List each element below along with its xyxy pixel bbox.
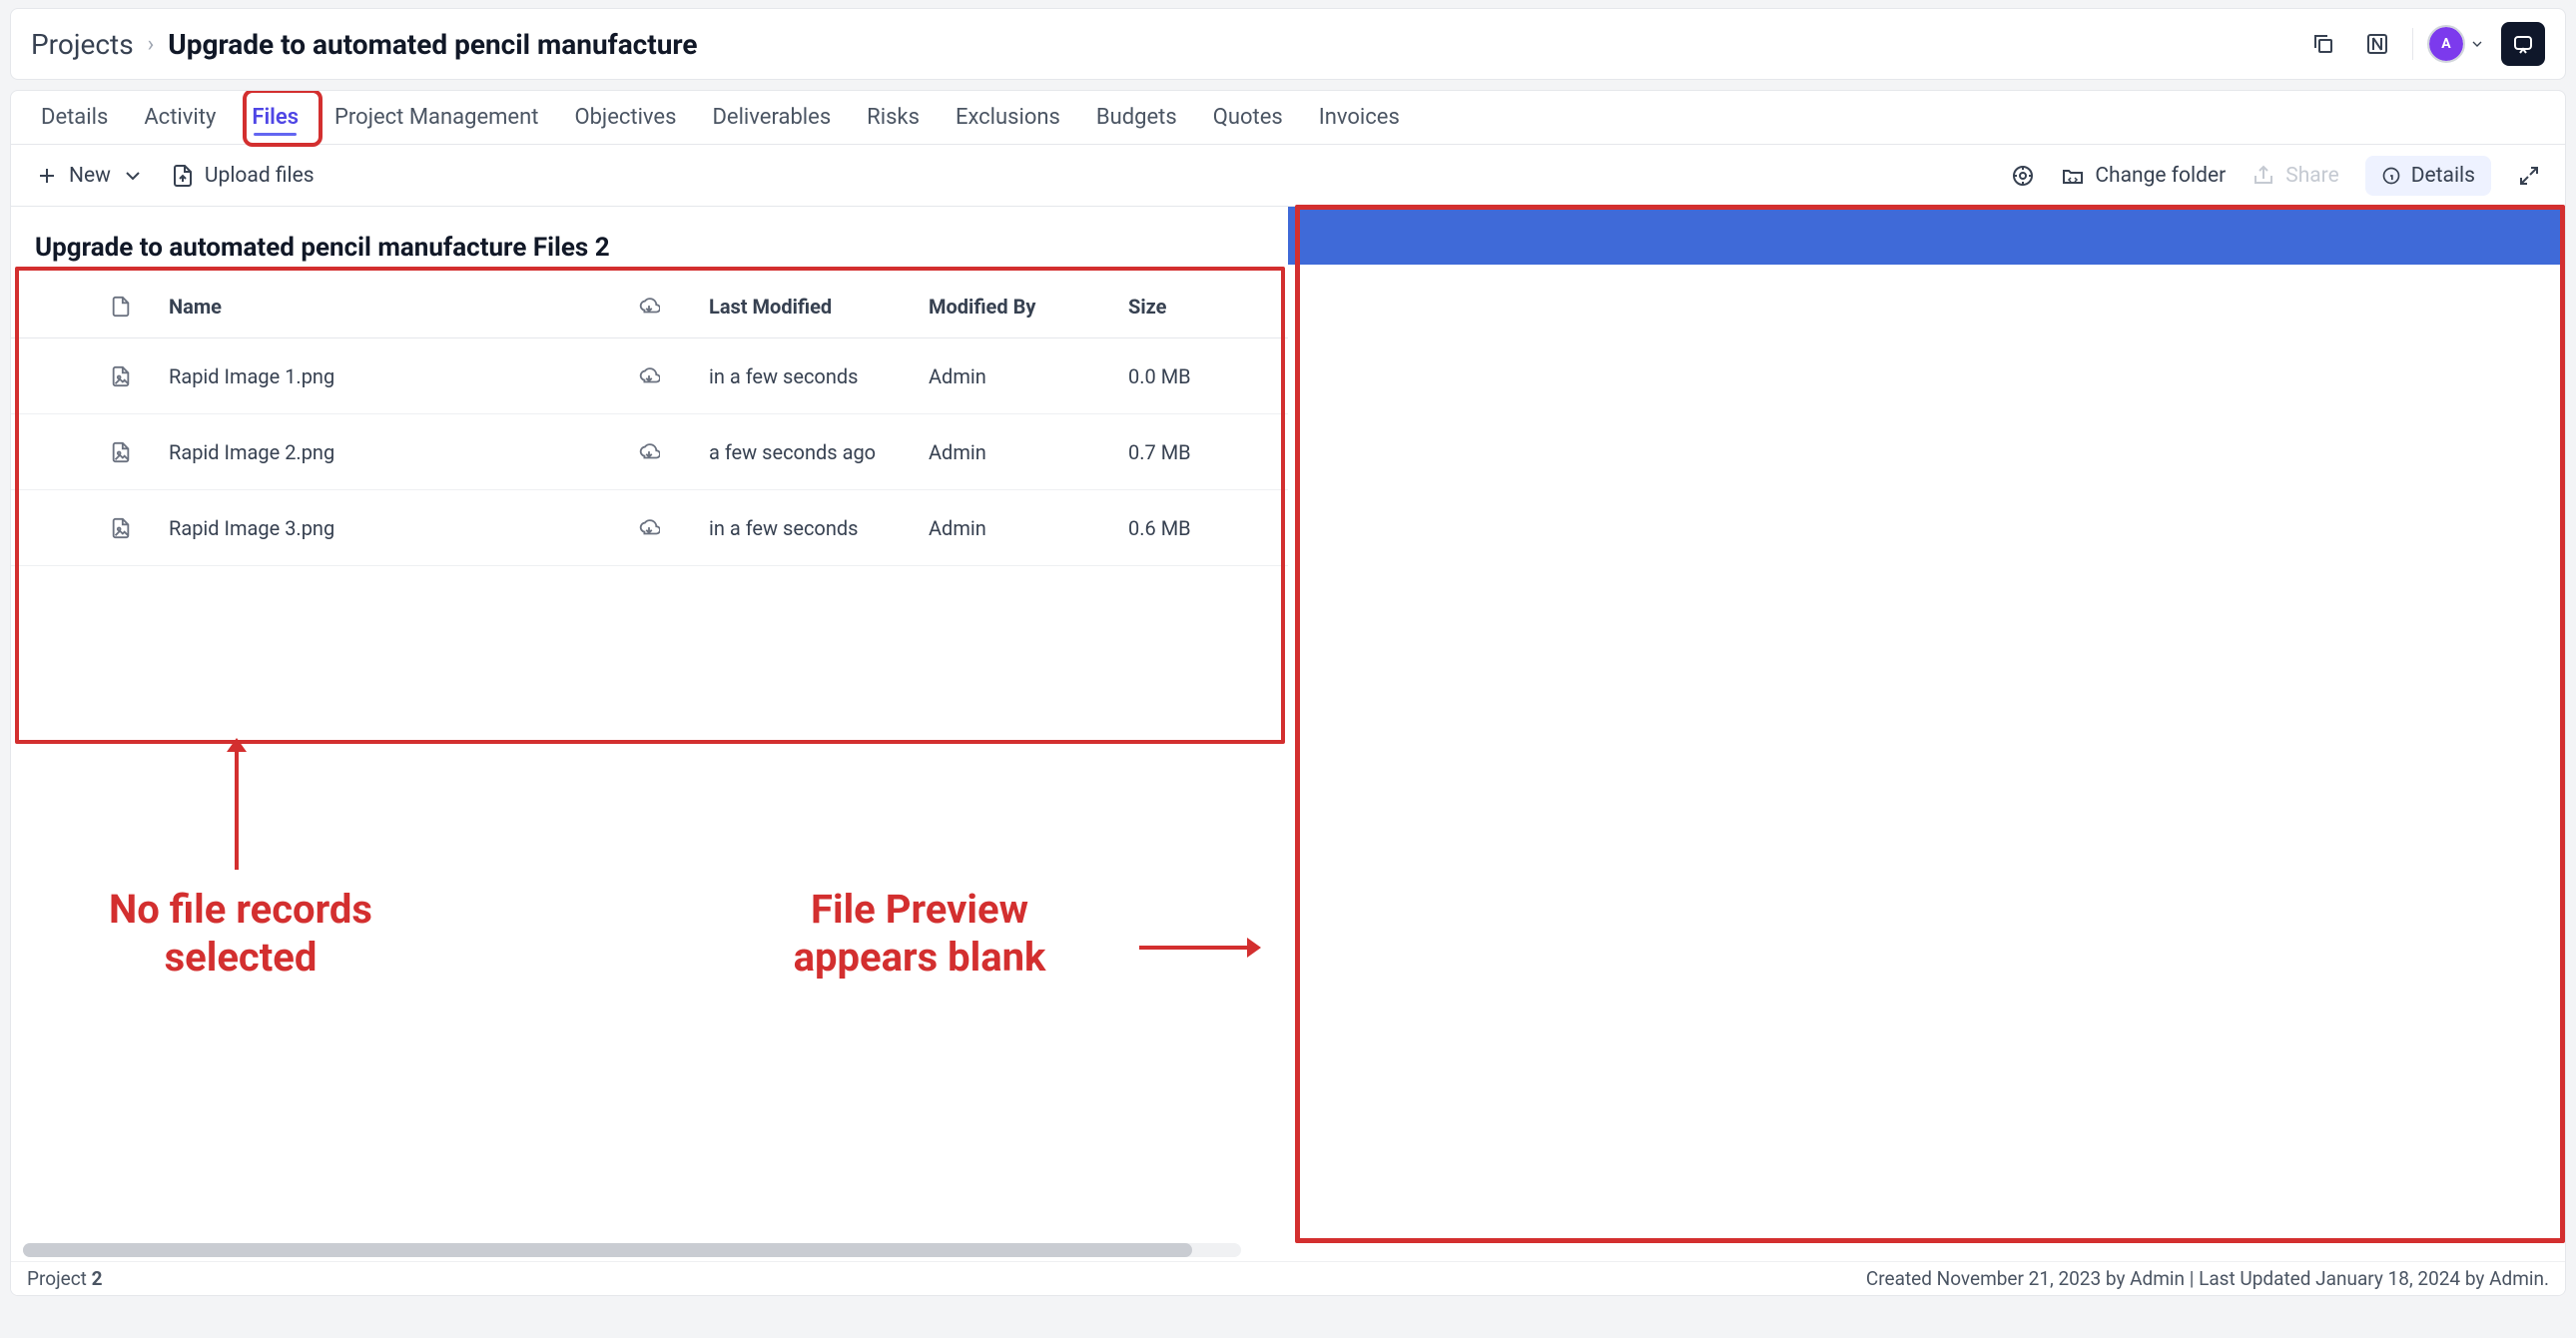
download-icon[interactable]	[638, 365, 660, 387]
image-file-icon	[110, 365, 132, 387]
chat-button[interactable]	[2501, 22, 2545, 66]
image-file-icon	[110, 441, 132, 463]
cell-name: Rapid Image 3.png	[151, 516, 589, 540]
download-icon[interactable]	[638, 517, 660, 539]
cell-modified-by: Admin	[929, 440, 1128, 464]
change-folder-label: Change folder	[2095, 164, 2226, 188]
cell-last-modified: in a few seconds	[709, 364, 929, 388]
files-table: Name Last Modified Modified By Size Rapi…	[11, 275, 1288, 566]
copy-icon[interactable]	[2304, 25, 2342, 63]
content-area: Upgrade to automated pencil manufacture …	[11, 207, 2565, 1295]
preview-header	[1288, 207, 2565, 265]
file-icon	[110, 296, 132, 318]
col-size[interactable]: Size	[1128, 295, 1288, 319]
image-file-icon	[110, 517, 132, 539]
footer: Project 2 Created November 21, 2023 by A…	[11, 1261, 2565, 1295]
tab-activity[interactable]: Activity	[138, 93, 222, 142]
breadcrumb-separator: ›	[148, 32, 155, 57]
cell-name: Rapid Image 1.png	[151, 364, 589, 388]
toolbar: New Upload files Change folder	[11, 145, 2565, 207]
table-row[interactable]: Rapid Image 2.png a few seconds agoAdmin0…	[11, 414, 1288, 490]
file-list-pane: Upgrade to automated pencil manufacture …	[11, 207, 1288, 1295]
tab-invoices[interactable]: Invoices	[1313, 93, 1406, 142]
file-preview-pane	[1288, 207, 2565, 1295]
tab-details[interactable]: Details	[35, 93, 114, 142]
details-toggle[interactable]: Details	[2365, 156, 2491, 196]
tab-objectives[interactable]: Objectives	[568, 93, 682, 142]
table-header: Name Last Modified Modified By Size	[11, 275, 1288, 338]
details-label: Details	[2411, 164, 2475, 188]
breadcrumb-leaf: Upgrade to automated pencil manufacture	[168, 28, 697, 61]
download-icon[interactable]	[638, 441, 660, 463]
tab-budgets[interactable]: Budgets	[1090, 93, 1183, 142]
avatar: A	[2429, 27, 2463, 61]
footer-left: Project 2	[27, 1267, 102, 1290]
header-bar: Projects › Upgrade to automated pencil m…	[10, 8, 2566, 80]
tab-exclusions[interactable]: Exclusions	[950, 93, 1066, 142]
col-modified-by[interactable]: Modified By	[929, 295, 1128, 319]
share-label: Share	[2285, 164, 2339, 188]
chevron-down-icon	[121, 164, 145, 188]
cell-last-modified: a few seconds ago	[709, 440, 929, 464]
tab-quotes[interactable]: Quotes	[1207, 93, 1289, 142]
share-button: Share	[2252, 164, 2339, 188]
breadcrumb-root[interactable]: Projects	[31, 28, 134, 61]
expand-icon[interactable]	[2517, 164, 2541, 188]
cell-last-modified: in a few seconds	[709, 516, 929, 540]
change-folder-button[interactable]: Change folder	[2061, 164, 2226, 188]
tab-deliverables[interactable]: Deliverables	[706, 93, 837, 142]
chevron-down-icon	[2469, 36, 2485, 52]
horizontal-scrollbar[interactable]	[23, 1243, 1241, 1257]
upload-files-button[interactable]: Upload files	[171, 164, 315, 188]
table-row[interactable]: Rapid Image 3.png in a few secondsAdmin0.…	[11, 490, 1288, 566]
panel-title: Upgrade to automated pencil manufacture …	[11, 217, 1288, 275]
col-last-modified[interactable]: Last Modified	[709, 295, 929, 319]
tab-files[interactable]: Files	[246, 93, 305, 142]
cell-modified-by: Admin	[929, 364, 1128, 388]
main-card: Details Activity Files Project Management Ob…	[10, 90, 2566, 1296]
user-menu[interactable]: A	[2429, 27, 2485, 61]
table-row[interactable]: Rapid Image 1.png in a few secondsAdmin0.…	[11, 338, 1288, 414]
notion-icon[interactable]	[2358, 25, 2396, 63]
cell-size: 0.7 MB	[1128, 440, 1288, 464]
tab-risks[interactable]: Risks	[861, 93, 926, 142]
cell-size: 0.0 MB	[1128, 364, 1288, 388]
new-label: New	[69, 164, 111, 188]
cell-name: Rapid Image 2.png	[151, 440, 589, 464]
cell-modified-by: Admin	[929, 516, 1128, 540]
divider	[2412, 28, 2413, 60]
download-icon	[638, 296, 660, 318]
tab-project-management[interactable]: Project Management	[328, 93, 544, 142]
tabs: Details Activity Files Project Management Ob…	[11, 91, 2565, 145]
upload-label: Upload files	[205, 164, 315, 188]
new-button[interactable]: New	[35, 164, 145, 188]
cell-size: 0.6 MB	[1128, 516, 1288, 540]
breadcrumb: Projects › Upgrade to automated pencil m…	[31, 28, 698, 61]
view-mode-icon[interactable]	[2011, 164, 2035, 188]
footer-right: Created November 21, 2023 by Admin | Las…	[1866, 1267, 2549, 1290]
col-name[interactable]: Name	[151, 295, 589, 319]
